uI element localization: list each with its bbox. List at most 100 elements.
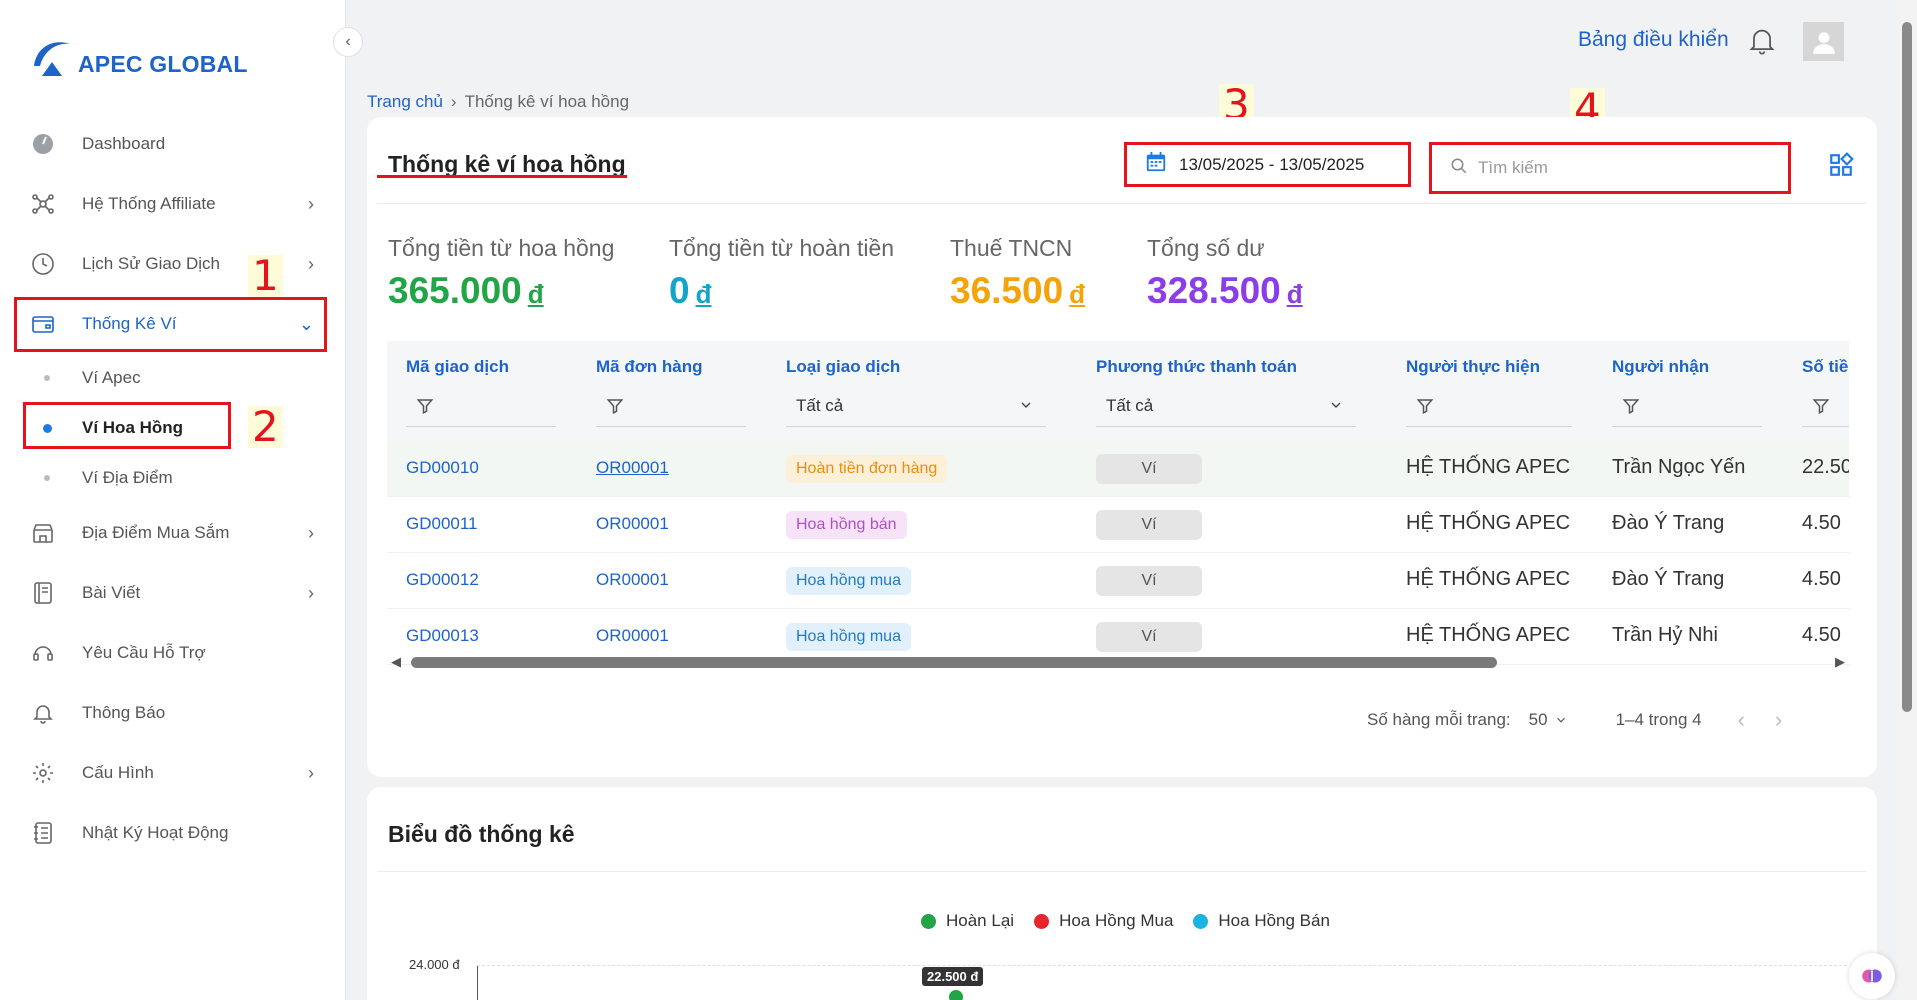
- app-logo[interactable]: APEC GLOBAL: [30, 36, 248, 78]
- column-header[interactable]: Người thực hiện: [1406, 357, 1540, 377]
- column-header[interactable]: Người nhận: [1612, 357, 1709, 377]
- chevron-right-icon: ›: [450, 92, 457, 111]
- stat-refund-total: Tổng tiền từ hoàn tiền 0đ: [669, 235, 894, 312]
- prev-page-button[interactable]: ‹: [1738, 707, 1745, 733]
- page-title: Thống kê ví hoa hồng: [388, 151, 626, 177]
- breadcrumb-home[interactable]: Trang chủ: [367, 92, 443, 112]
- table-row[interactable]: GD00012 OR00001 Hoa hồng mua Ví HỆ THỐNG…: [387, 553, 1849, 609]
- cell-order-code[interactable]: OR00001: [596, 570, 669, 590]
- filter-payment-value: Tất cả: [1106, 395, 1154, 415]
- sidebar-item-support[interactable]: Yêu Cầu Hỗ Trợ: [30, 633, 320, 673]
- filter-performer[interactable]: [1406, 385, 1572, 427]
- article-icon: [30, 580, 56, 606]
- legend-swatch: [921, 913, 936, 929]
- payment-method-badge: Ví: [1096, 566, 1202, 596]
- notification-bell-icon[interactable]: [1748, 26, 1776, 61]
- pagination: Số hàng mỗi trang: 50 1–4 trong 4 ‹ ›: [1367, 707, 1782, 733]
- legend-item[interactable]: Hoàn Lại: [921, 911, 1014, 931]
- column-header[interactable]: Mã đơn hàng: [596, 357, 703, 377]
- cell-order-code[interactable]: OR00001: [596, 514, 669, 534]
- sidebar-item-shopping-places[interactable]: Địa Điểm Mua Sắm ›: [30, 513, 320, 553]
- page-scrollbar-thumb[interactable]: [1902, 22, 1912, 712]
- sidebar-subitem-apec-wallet[interactable]: Ví Apec: [44, 368, 141, 388]
- legend-item[interactable]: Hoa Hồng Mua: [1034, 911, 1173, 931]
- page-scrollbar[interactable]: [1897, 0, 1917, 1000]
- payment-method-badge: Ví: [1096, 622, 1202, 652]
- table-row[interactable]: GD00011 OR00001 Hoa hồng bán Ví HỆ THỐNG…: [387, 497, 1849, 553]
- sidebar-item-affiliate[interactable]: Hệ Thống Affiliate ›: [30, 184, 320, 224]
- stat-commission-total: Tổng tiền từ hoa hồng 365.000 đ: [388, 235, 614, 312]
- filter-transaction-type[interactable]: Tất cả: [786, 385, 1046, 427]
- cell-transaction-code[interactable]: GD00012: [406, 570, 479, 590]
- cell-amount: 4.50: [1802, 624, 1841, 646]
- sidebar-item-settings[interactable]: Cấu Hình ›: [30, 753, 320, 793]
- collapse-sidebar-button[interactable]: ‹: [333, 27, 363, 57]
- filter-recipient[interactable]: [1612, 385, 1762, 427]
- column-header[interactable]: Số tiề: [1802, 357, 1848, 377]
- sidebar-subitem-label: Ví Địa Điểm: [82, 468, 173, 487]
- rows-per-page-select[interactable]: 50: [1529, 710, 1568, 730]
- cell-amount: 4.50: [1802, 512, 1841, 534]
- rows-per-page-value: 50: [1528, 710, 1548, 729]
- chart-legend: Hoàn Lại Hoa Hồng Mua Hoa Hồng Bán: [921, 911, 1350, 931]
- scroll-right-icon[interactable]: ▶: [1835, 654, 1845, 670]
- stat-label: Tổng số dư: [1147, 235, 1265, 261]
- cell-transaction-code[interactable]: GD00010: [406, 458, 479, 478]
- cell-transaction-code[interactable]: GD00011: [406, 514, 478, 534]
- filter-amount[interactable]: [1802, 385, 1849, 427]
- cell-recipient: Trần Ngọc Yến: [1612, 456, 1746, 478]
- filter-icon: [606, 398, 624, 414]
- support-icon: [30, 640, 56, 666]
- cell-order-code[interactable]: OR00001: [596, 458, 669, 478]
- column-header[interactable]: Phương thức thanh toán: [1096, 357, 1297, 377]
- app-logo-text: APEC GLOBAL: [78, 51, 248, 77]
- date-range-picker[interactable]: 13/05/2025 - 13/05/2025: [1124, 142, 1411, 187]
- legend-label: Hoàn Lại: [946, 911, 1015, 930]
- filter-icon: [1812, 398, 1830, 414]
- stat-value: 365.000 đ: [388, 270, 544, 311]
- sidebar-item-articles[interactable]: Bài Viết ›: [30, 573, 320, 613]
- scroll-left-icon[interactable]: ◀: [391, 654, 401, 670]
- column-header[interactable]: Loại giao dịch: [786, 357, 900, 377]
- sidebar-item-dashboard[interactable]: Dashboard: [30, 124, 320, 164]
- cell-performer: HỆ THỐNG APEC: [1406, 568, 1571, 590]
- table-row[interactable]: GD00010 OR00001 Hoàn tiền đơn hàng Ví HỆ…: [387, 441, 1849, 497]
- sidebar-item-activity-log[interactable]: Nhật Ký Hoạt Động: [30, 813, 320, 853]
- stat-value: 36.500 đ: [950, 270, 1086, 311]
- avatar[interactable]: [1803, 22, 1844, 61]
- rows-per-page-label: Số hàng mỗi trang:: [1367, 710, 1511, 729]
- column-header[interactable]: Mã giao dịch: [406, 357, 509, 377]
- stat-value: 0đ: [669, 270, 712, 311]
- divider: [377, 203, 1867, 204]
- brain-icon: [1862, 969, 1882, 983]
- stat-label: Tổng tiền từ hoàn tiền: [669, 235, 895, 261]
- table-horizontal-scrollbar[interactable]: ◀ ▶: [387, 653, 1849, 671]
- grid-view-icon[interactable]: [1828, 152, 1854, 183]
- cell-recipient: Đào Ý Trang: [1612, 568, 1725, 590]
- y-axis-line: [477, 965, 478, 1000]
- dashboard-link[interactable]: Bảng điều khiển: [1578, 28, 1729, 52]
- ai-assistant-button[interactable]: [1849, 953, 1895, 999]
- sidebar-subitem-location-wallet[interactable]: Ví Địa Điểm: [44, 468, 173, 488]
- filter-icon: [1416, 398, 1434, 414]
- chevron-right-icon: ›: [308, 522, 314, 543]
- cell-order-code[interactable]: OR00001: [596, 626, 669, 646]
- filter-payment-method[interactable]: Tất cả: [1096, 385, 1356, 427]
- annotation-box-1: [14, 297, 327, 352]
- next-page-button[interactable]: ›: [1775, 707, 1782, 733]
- scrollbar-thumb[interactable]: [411, 657, 1497, 668]
- sidebar-item-label: Nhật Ký Hoạt Động: [82, 823, 229, 842]
- legend-item[interactable]: Hoa Hồng Bán: [1193, 911, 1330, 931]
- cell-transaction-code[interactable]: GD00013: [406, 626, 479, 646]
- divider: [377, 871, 1867, 872]
- filter-transaction-code[interactable]: [406, 385, 556, 427]
- filter-order-code[interactable]: [596, 385, 746, 427]
- sidebar-item-notifications[interactable]: Thông Báo: [30, 693, 320, 733]
- search-input[interactable]: Tìm kiếm: [1429, 142, 1791, 194]
- calendar-icon: [1145, 151, 1167, 178]
- chart-point[interactable]: [949, 990, 963, 1000]
- annotation-number-1: 1: [248, 255, 283, 297]
- bullet-icon: [44, 375, 50, 381]
- sidebar-item-label: Hệ Thống Affiliate: [82, 194, 216, 213]
- search-icon: [1450, 157, 1468, 180]
